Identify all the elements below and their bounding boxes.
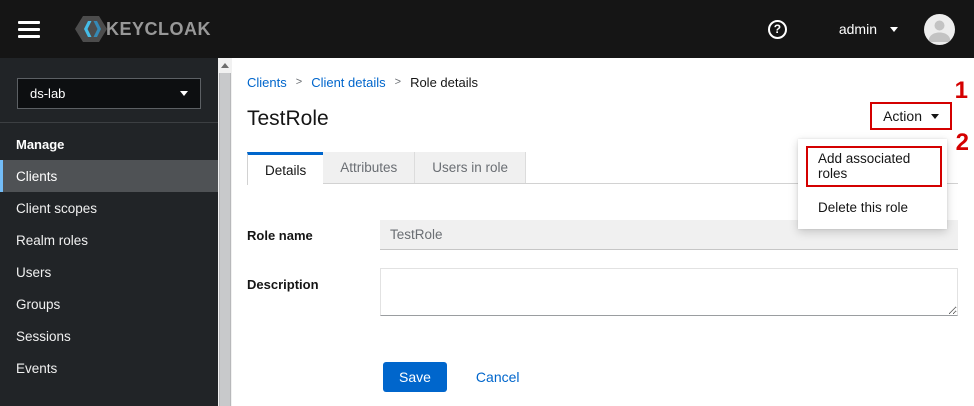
- chevron-down-icon: [890, 26, 898, 32]
- role-name-label: Role name: [247, 228, 313, 243]
- user-avatar-icon: [928, 20, 951, 42]
- breadcrumb-client-details[interactable]: Client details: [311, 75, 385, 90]
- sidebar-item-events[interactable]: Events: [0, 352, 218, 384]
- realm-name: ds-lab: [30, 86, 66, 101]
- realm-selector[interactable]: ds-lab: [17, 78, 201, 109]
- user-menu-dropdown[interactable]: admin: [839, 21, 898, 37]
- sidebar-item-clients[interactable]: Clients: [0, 160, 218, 192]
- arrow-up-icon: [221, 63, 229, 68]
- page-title: TestRole: [247, 107, 329, 130]
- nav-list: Clients Client scopes Realm roles Users …: [0, 160, 218, 384]
- caret-down-icon: [931, 113, 939, 119]
- form-actions: Save Cancel: [247, 362, 958, 392]
- sidebar-item-realm-roles[interactable]: Realm roles: [0, 224, 218, 256]
- breadcrumb-separator-icon: >: [394, 76, 402, 88]
- nav-toggle-button[interactable]: [10, 9, 50, 49]
- keycloak-admin-console: KEYCLOAK ? admin ds-lab Manage Clients C…: [0, 0, 974, 406]
- description-row: Description: [247, 268, 958, 316]
- keycloak-logo-icon: [75, 16, 107, 42]
- menu-item-delete-this-role[interactable]: Delete this role: [798, 187, 947, 223]
- scrollbar-thumb[interactable]: [219, 73, 231, 406]
- annotation-box-2: Add associated roles: [806, 146, 942, 187]
- sidebar-item-users[interactable]: Users: [0, 256, 218, 288]
- sidebar-item-groups[interactable]: Groups: [0, 288, 218, 320]
- chevron-down-icon: [180, 91, 188, 96]
- nav-section-label: Manage: [16, 137, 65, 152]
- annotation-digit-1: 1: [954, 77, 968, 104]
- main-content: Clients > Client details > Role details …: [232, 58, 974, 406]
- tab-attributes[interactable]: Attributes: [323, 152, 416, 183]
- breadcrumb-separator-icon: >: [295, 76, 303, 88]
- vertical-scrollbar[interactable]: [218, 58, 232, 406]
- description-textarea[interactable]: [380, 268, 958, 316]
- annotation-digit-2: 2: [955, 129, 969, 156]
- question-circle-icon: ?: [767, 19, 787, 39]
- brand-text: KEYCLOAK: [106, 18, 212, 39]
- action-dropdown-button[interactable]: Action: [883, 108, 922, 124]
- title-row: TestRole: [247, 104, 958, 134]
- sidebar-nav: ds-lab Manage Clients Client scopes Real…: [0, 58, 218, 406]
- description-label: Description: [247, 277, 319, 292]
- breadcrumb-role-details: Role details: [410, 74, 478, 90]
- help-button[interactable]: ?: [767, 19, 787, 39]
- sidebar-item-client-scopes[interactable]: Client scopes: [0, 192, 218, 224]
- menu-item-add-associated-roles[interactable]: Add associated roles: [808, 148, 940, 185]
- username-label: admin: [838, 21, 877, 37]
- cancel-link[interactable]: Cancel: [476, 369, 520, 385]
- lower-layout: ds-lab Manage Clients Client scopes Real…: [0, 58, 974, 406]
- tab-details[interactable]: Details: [247, 152, 324, 185]
- breadcrumb: Clients > Client details > Role details: [247, 74, 958, 90]
- avatar[interactable]: [924, 13, 955, 45]
- keycloak-logo: KEYCLOAK: [74, 14, 211, 44]
- annotation-box-1: Action: [870, 102, 952, 130]
- breadcrumb-clients[interactable]: Clients: [247, 75, 287, 90]
- save-button[interactable]: Save: [383, 362, 447, 392]
- sidebar-item-sessions[interactable]: Sessions: [0, 320, 218, 352]
- scrollbar-up-button[interactable]: [218, 58, 232, 73]
- hamburger-icon: [18, 20, 40, 24]
- action-dropdown-menu: Add associated roles Delete this role: [798, 139, 947, 229]
- tab-users-in-role[interactable]: Users in role: [415, 152, 527, 183]
- top-bar: KEYCLOAK ? admin: [0, 0, 974, 58]
